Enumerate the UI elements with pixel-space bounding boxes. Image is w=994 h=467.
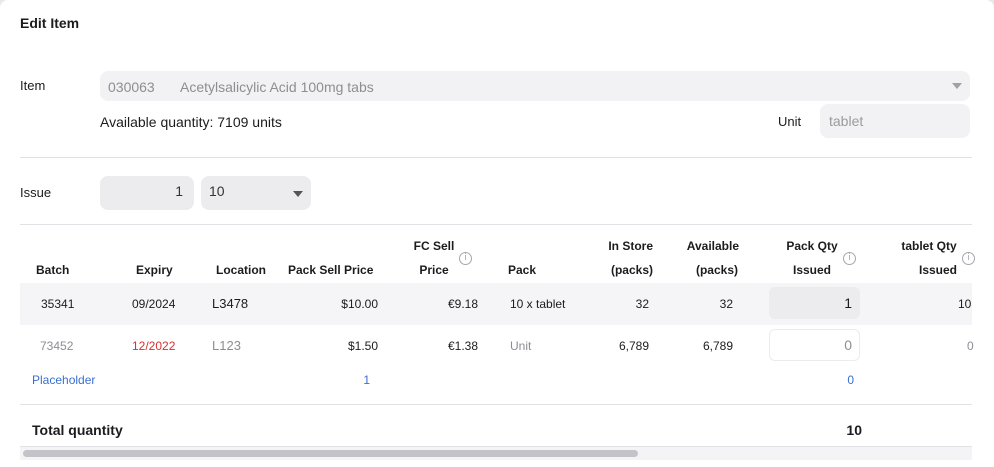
cell-pack-sell-price: $1.50 — [347, 339, 378, 353]
col-header-available-line2[interactable]: (packs) — [675, 258, 738, 282]
placeholder-value: 1 — [363, 373, 370, 387]
divider — [20, 157, 972, 158]
col-header-in-store-line2[interactable]: (packs) — [600, 258, 653, 282]
issue-quantity-value: 1 — [175, 183, 183, 199]
tablet-qty-value: 10 — [958, 297, 972, 311]
dialog-title: Edit Item — [20, 15, 80, 31]
col-header-tablet-qty-issued-line2[interactable]: Issued — [906, 258, 970, 282]
info-icon[interactable]: i — [962, 252, 975, 265]
item-code: 030063 — [108, 79, 155, 95]
col-header-pack-qty-issued[interactable]: Pack Qty — [780, 234, 844, 258]
total-quantity-value: 10 — [846, 422, 862, 438]
info-icon[interactable]: i — [843, 252, 856, 265]
col-header-pack-qty-issued-line2[interactable]: Issued — [780, 258, 844, 282]
cell-location: L3478 — [212, 296, 249, 311]
cell-pack: 10 x tablet — [510, 297, 566, 311]
col-header-available[interactable]: Available — [675, 234, 739, 258]
available-quantity: Available quantity: 7109 units — [100, 114, 282, 130]
pack-qty-value: 1 — [844, 295, 852, 311]
tablet-qty-value: 0 — [967, 339, 974, 353]
chevron-down-icon[interactable] — [952, 83, 962, 89]
col-header-pack[interactable]: Pack — [508, 258, 536, 282]
cell-available: 6,789 — [702, 339, 733, 353]
pack-size-value: 10 — [209, 183, 225, 199]
col-header-expiry[interactable]: Expiry — [136, 258, 173, 282]
issue-label: Issue — [20, 185, 52, 200]
item-label: Item — [20, 78, 46, 93]
cell-expiry: 12/2022 — [132, 339, 176, 353]
cell-location: L123 — [212, 338, 241, 353]
col-header-pack-sell-price[interactable]: Pack Sell Price — [288, 258, 373, 282]
col-header-tablet-qty-issued[interactable]: tablet Qty — [892, 234, 966, 258]
col-header-location[interactable]: Location — [216, 258, 266, 282]
cell-in-store: 6,789 — [618, 339, 649, 353]
cell-in-store: 32 — [635, 297, 649, 311]
cell-fc-sell-price: €9.18 — [447, 297, 478, 311]
divider — [20, 224, 972, 225]
col-header-fc-sell-price[interactable]: FC Sell — [404, 234, 464, 258]
total-quantity-label: Total quantity — [32, 422, 123, 438]
pack-qty-value: 0 — [844, 337, 852, 353]
edit-item-dialog: Edit Item Item 030063 Acetylsalicylic Ac… — [0, 0, 994, 467]
cell-fc-sell-price: €1.38 — [447, 339, 478, 353]
cell-batch: 35341 — [41, 297, 75, 311]
unit-value: tablet — [829, 113, 864, 129]
scrollbar-thumb[interactable] — [23, 450, 638, 457]
chevron-down-icon[interactable] — [293, 191, 303, 197]
item-name: Acetylsalicylic Acid 100mg tabs — [180, 79, 374, 95]
cell-batch: 73452 — [40, 339, 74, 353]
info-icon[interactable]: i — [459, 252, 472, 265]
placeholder-pack-qty: 0 — [847, 373, 854, 387]
placeholder-label: Placeholder — [32, 373, 96, 387]
cell-available: 32 — [719, 297, 733, 311]
divider — [20, 404, 972, 405]
cell-pack-sell-price: $10.00 — [341, 297, 378, 311]
col-header-batch[interactable]: Batch — [36, 258, 69, 282]
col-header-fc-sell-price-line2[interactable]: Price — [404, 258, 464, 282]
unit-label: Unit — [778, 114, 802, 129]
col-header-in-store[interactable]: In Store — [600, 234, 653, 258]
cell-pack: Unit — [510, 339, 532, 353]
cell-expiry: 09/2024 — [132, 297, 176, 311]
